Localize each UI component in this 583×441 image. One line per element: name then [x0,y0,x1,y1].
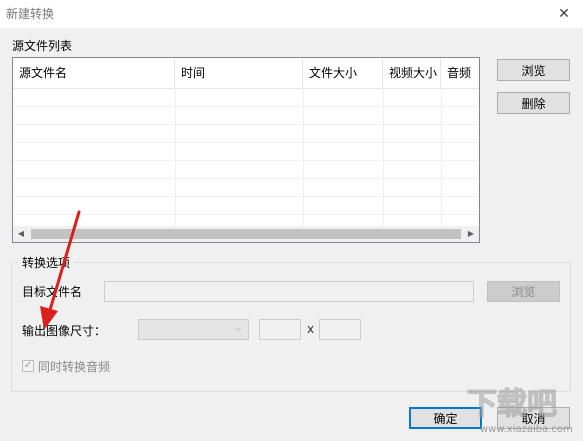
watermark-url: www.xiazaiba.com [480,424,573,435]
watermark-logo: 下载吧 [466,386,557,422]
annotation-arrow [40,210,81,330]
svg-text:下载吧: 下载吧 [467,387,557,422]
